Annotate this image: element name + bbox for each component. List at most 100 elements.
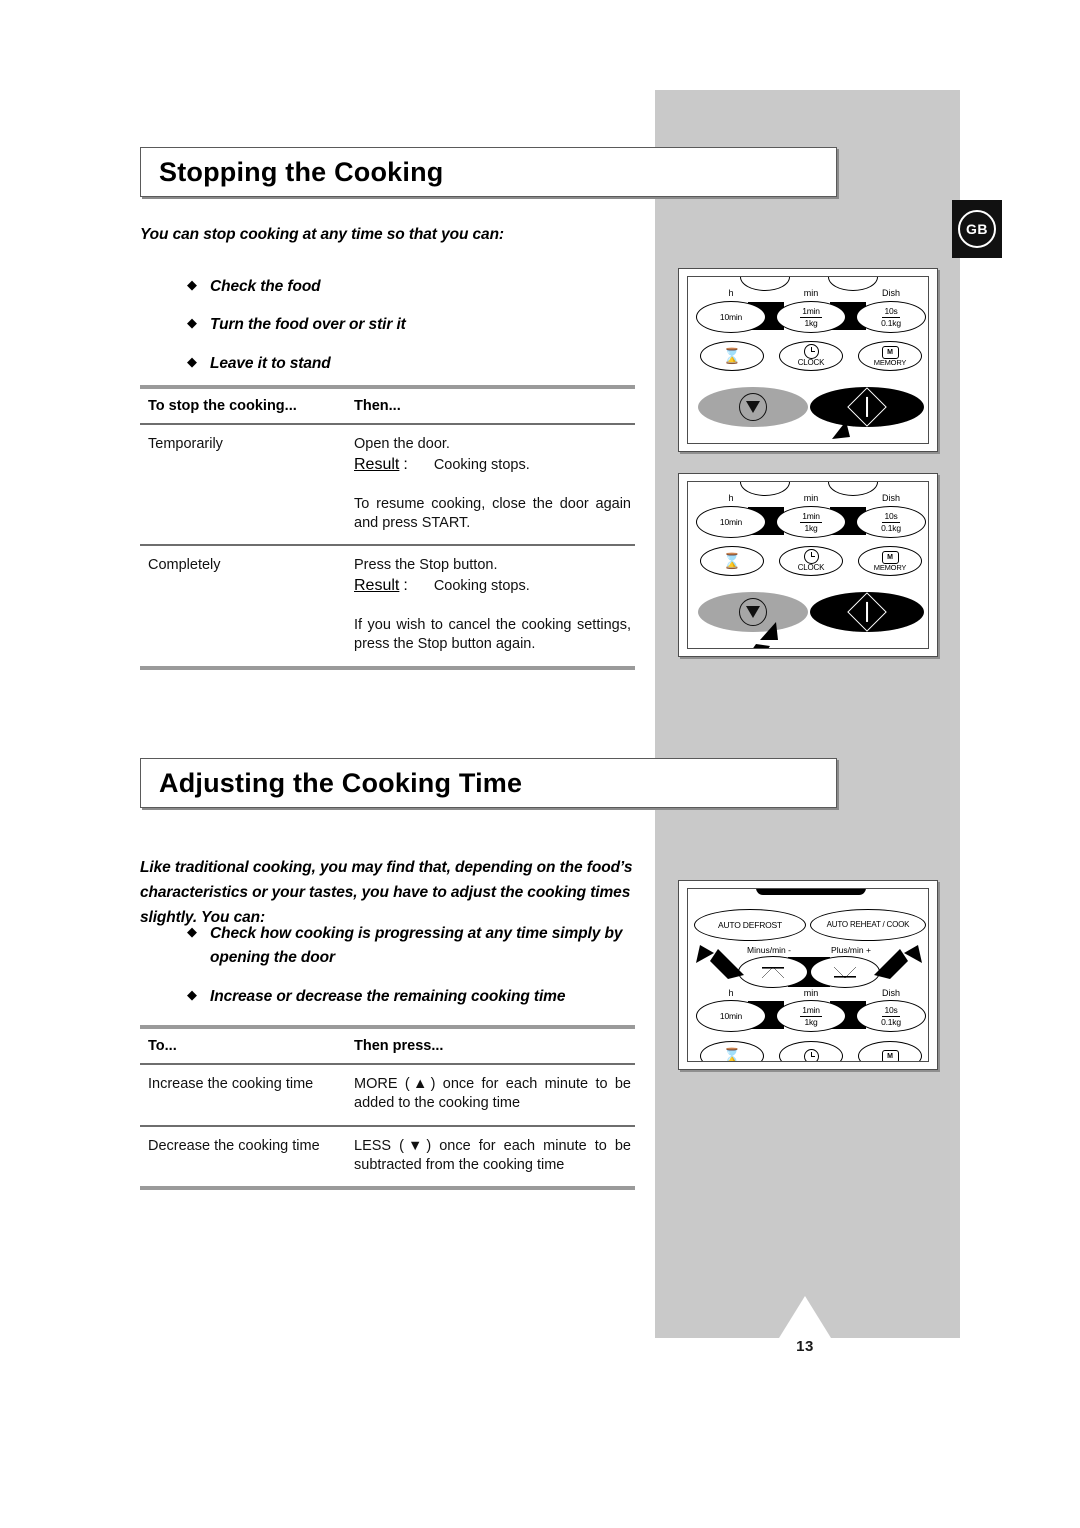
key-1min-label: 1min bbox=[800, 510, 822, 523]
table-rule-bottom bbox=[140, 665, 635, 670]
key-memory[interactable]: M MEMORY bbox=[858, 341, 922, 371]
table-header-row: To stop the cooking... Then... bbox=[140, 389, 635, 423]
bullet-list-adjusting: ◆ Check how cooking is progressing at any… bbox=[140, 922, 660, 1023]
cell-note: If you wish to cancel the cooking settin… bbox=[354, 617, 631, 652]
cell-result: Result: Cooking stops. bbox=[354, 577, 631, 596]
key-clock[interactable]: CLOCK bbox=[779, 546, 843, 576]
key-1min-label: 1min bbox=[800, 305, 822, 318]
section-title-text: Stopping the Cooking bbox=[159, 156, 444, 187]
cell-action: Completely bbox=[148, 557, 221, 574]
result-label: Result bbox=[354, 577, 400, 595]
pointer-arrow-to-stop bbox=[753, 622, 778, 648]
cell-action: Temporarily bbox=[148, 436, 223, 452]
key-01kg-label: 0.1kg bbox=[881, 1016, 901, 1027]
key-start[interactable] bbox=[810, 592, 924, 632]
clock-icon bbox=[803, 549, 819, 565]
band-notch bbox=[779, 1296, 831, 1338]
key-10s-01kg[interactable]: 10s 0.1kg bbox=[856, 301, 926, 333]
result-colon: : bbox=[403, 577, 408, 595]
column-header-action: To stop the cooking... bbox=[148, 398, 297, 414]
key-clock[interactable] bbox=[779, 1041, 843, 1061]
key-1min-1kg[interactable]: 1min 1kg bbox=[776, 506, 846, 538]
key-timer[interactable]: ⌛ bbox=[700, 546, 764, 576]
cell-result: Result: Cooking stops. bbox=[354, 456, 631, 475]
key-memory-label: MEMORY bbox=[873, 562, 907, 572]
list-item: ◆ Leave it to stand bbox=[140, 352, 660, 376]
column-label-h: h bbox=[728, 988, 734, 998]
key-memory[interactable]: M bbox=[858, 1041, 922, 1061]
cell-then-press: LESS (▼) once for each minute to be subt… bbox=[354, 1137, 631, 1173]
hourglass-icon: ⌛ bbox=[722, 347, 742, 365]
section-intro-adjusting: Like traditional cooking, you may find t… bbox=[140, 859, 633, 927]
column-label-min: min bbox=[803, 288, 819, 298]
key-10s-label: 10s bbox=[882, 510, 900, 523]
table-stopping-the-cooking: To stop the cooking... Then... Temporari… bbox=[140, 385, 635, 670]
key-10s-01kg[interactable]: 10s 0.1kg bbox=[856, 1000, 926, 1032]
page-number: 13 bbox=[796, 1338, 814, 1355]
key-timer[interactable]: ⌛ bbox=[700, 1041, 764, 1061]
key-memory[interactable]: M MEMORY bbox=[858, 546, 922, 576]
key-1min-1kg[interactable]: 1min 1kg bbox=[776, 301, 846, 333]
list-item: ◆ Check the food bbox=[140, 275, 660, 299]
key-clock[interactable]: CLOCK bbox=[779, 341, 843, 371]
diamond-bullet-icon: ◆ bbox=[187, 277, 197, 292]
panel-inner-frame: h min Dish 10min 1min 1kg 10s 0.1kg ⌛ CL… bbox=[687, 481, 929, 649]
column-header-to: To... bbox=[148, 1038, 177, 1054]
clock-icon bbox=[803, 1048, 819, 1061]
list-item-label: Check the food bbox=[210, 278, 321, 295]
table-adjusting-the-cooking-time: To... Then press... Increase the cooking… bbox=[140, 1025, 635, 1191]
control-panel-illustration-adjust: AUTO DEFROST AUTO REHEAT / COOK Minus/mi… bbox=[678, 880, 938, 1070]
cell-to: Decrease the cooking time bbox=[148, 1137, 320, 1154]
bullet-list-stopping: ◆ Check the food ◆ Turn the food over or s… bbox=[140, 275, 660, 390]
cell-instruction: Open the door. bbox=[354, 436, 450, 452]
door-handle-icon bbox=[756, 889, 866, 895]
triangle-up-icon bbox=[834, 966, 856, 978]
pointer-arrow-to-start bbox=[832, 421, 850, 439]
result-value: Cooking stops. bbox=[433, 578, 530, 595]
column-label-dish: Dish bbox=[881, 988, 900, 998]
key-1min-label: 1min bbox=[800, 1004, 822, 1017]
key-10min[interactable]: 10min bbox=[696, 1000, 766, 1032]
triangle-down-icon bbox=[762, 966, 784, 978]
cell-to: Increase the cooking time bbox=[148, 1076, 314, 1092]
clock-icon bbox=[803, 344, 819, 360]
result-label: Result bbox=[354, 455, 400, 473]
column-label-h: h bbox=[728, 288, 734, 298]
table-row: Increase the cooking time MORE (▲) once … bbox=[140, 1065, 635, 1125]
section-intro-stopping: You can stop cooking at any time so that… bbox=[140, 226, 504, 243]
key-10s-01kg[interactable]: 10s 0.1kg bbox=[856, 506, 926, 538]
column-header-then-press: Then press... bbox=[354, 1038, 444, 1054]
key-10min[interactable]: 10min bbox=[696, 506, 766, 538]
key-01kg-label: 0.1kg bbox=[881, 522, 901, 533]
key-10min[interactable]: 10min bbox=[696, 301, 766, 333]
panel-inner-frame: h min Dish 10min 1min 1kg 10s 0.1kg ⌛ CL… bbox=[687, 276, 929, 444]
manual-page: 13 GB Stopping the Cooking You can stop … bbox=[0, 0, 1080, 1528]
language-badge-label: GB bbox=[958, 210, 996, 248]
list-item: ◆ Turn the food over or stir it bbox=[140, 313, 660, 337]
diamond-bullet-icon: ◆ bbox=[187, 986, 197, 1002]
section-title-adjusting: Adjusting the Cooking Time bbox=[140, 758, 837, 808]
cell-then-press: MORE (▲) once for each minute to be adde… bbox=[354, 1076, 631, 1111]
key-auto-defrost[interactable]: AUTO DEFROST bbox=[694, 909, 806, 941]
key-memory-label: MEMORY bbox=[873, 357, 907, 367]
key-10min-label: 10min bbox=[719, 1010, 743, 1021]
key-auto-reheat-cook-label: AUTO REHEAT / COOK bbox=[826, 919, 910, 929]
memory-icon: M bbox=[881, 550, 899, 564]
key-1min-1kg[interactable]: 1min 1kg bbox=[776, 1000, 846, 1032]
key-01kg-label: 0.1kg bbox=[881, 317, 901, 328]
table-row: Temporarily Open the door. Result: Cooki… bbox=[140, 425, 635, 544]
diamond-bullet-icon: ◆ bbox=[187, 353, 197, 369]
key-10s-label: 10s bbox=[882, 1004, 900, 1017]
key-timer[interactable]: ⌛ bbox=[700, 341, 764, 371]
table-rule-bottom bbox=[140, 1186, 635, 1191]
panel-inner-frame: AUTO DEFROST AUTO REHEAT / COOK Minus/mi… bbox=[687, 888, 929, 1062]
language-badge: GB bbox=[952, 200, 1002, 258]
column-label-dish: Dish bbox=[881, 493, 900, 503]
key-auto-reheat-cook[interactable]: AUTO REHEAT / COOK bbox=[810, 909, 926, 941]
pointer-arrow-to-plus bbox=[874, 945, 922, 979]
list-item: ◆ Increase or decrease the remaining cook… bbox=[140, 985, 660, 1009]
result-value: Cooking stops. bbox=[433, 456, 530, 473]
memory-icon: M bbox=[881, 1049, 899, 1061]
